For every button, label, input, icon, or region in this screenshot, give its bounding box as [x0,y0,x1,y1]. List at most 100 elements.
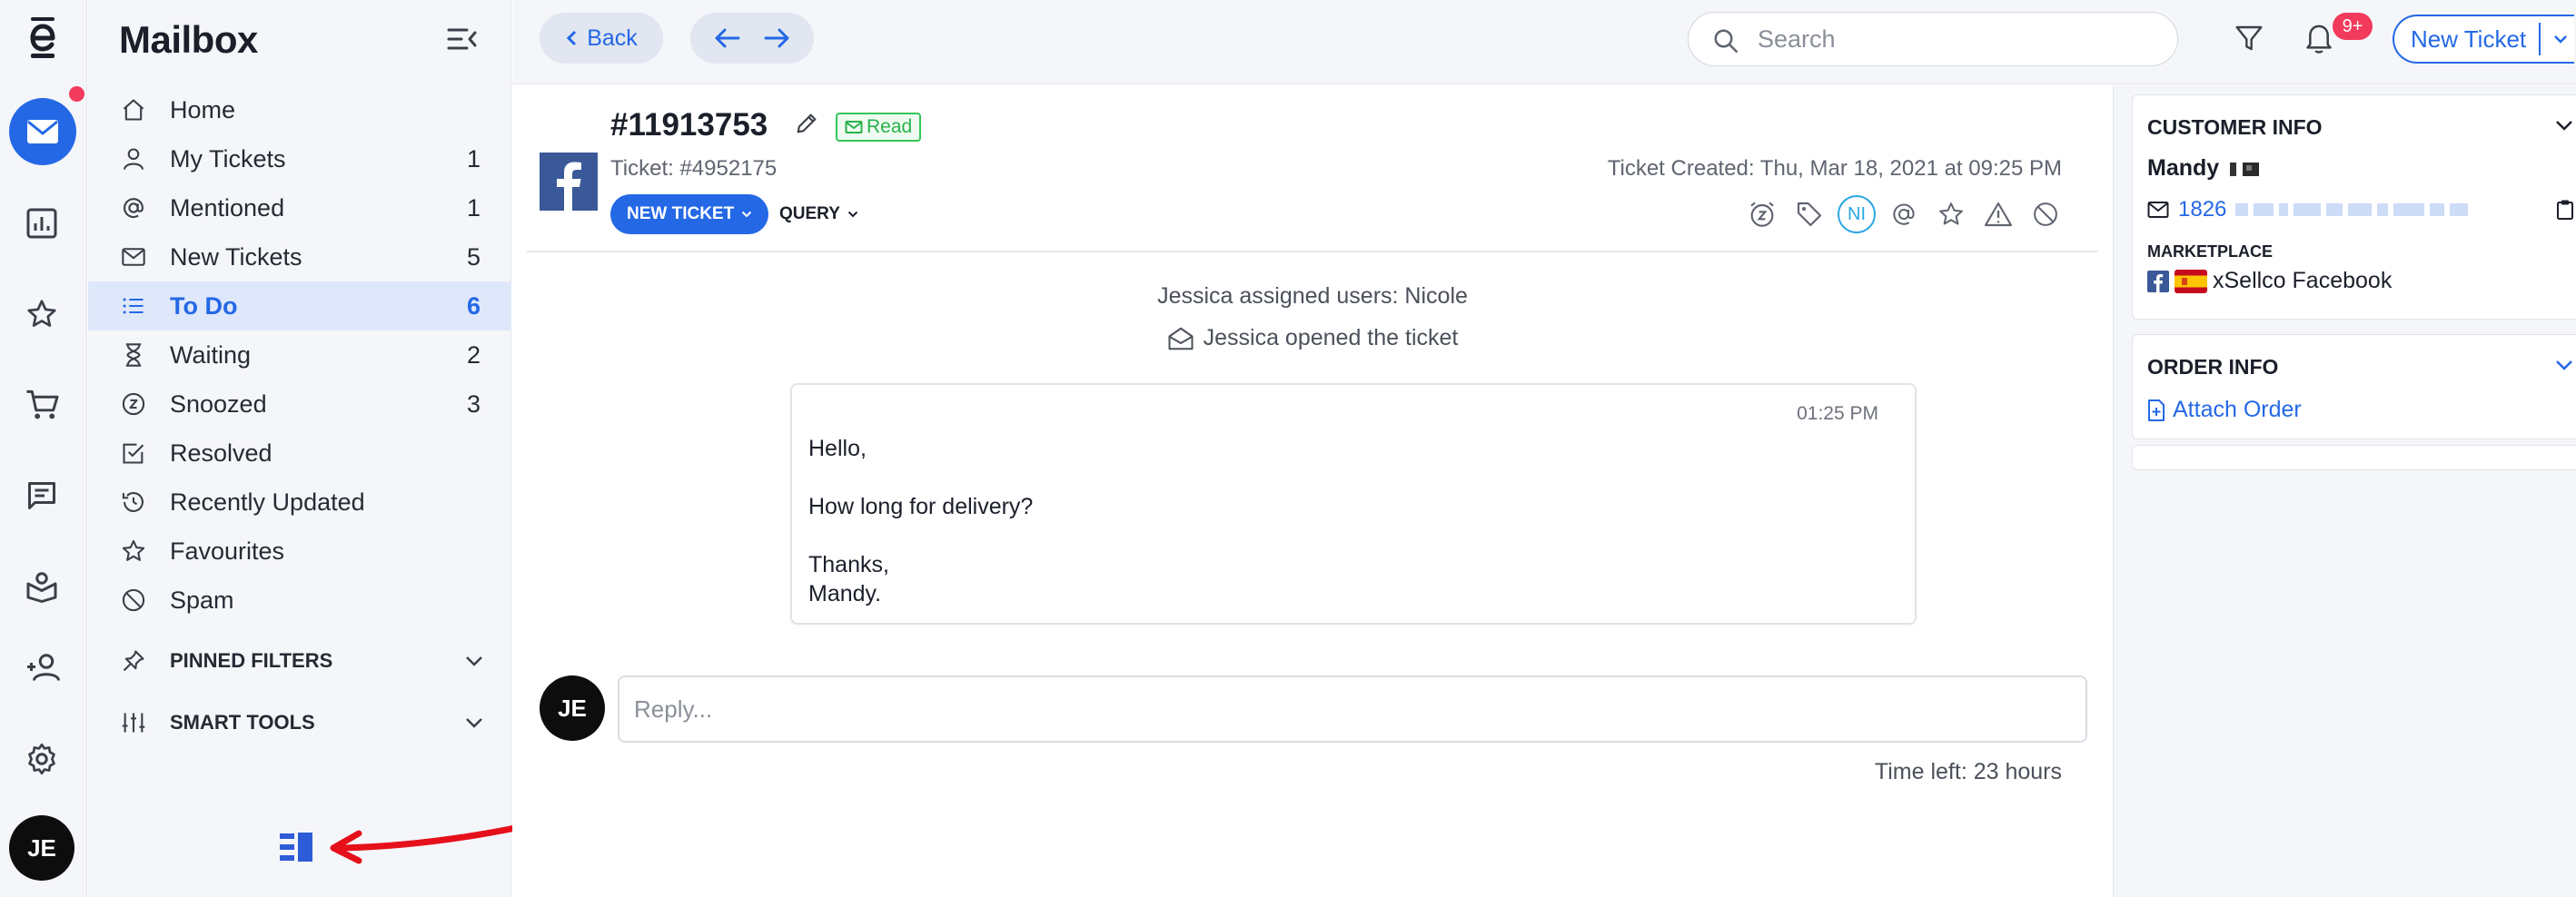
customer-message: 01:25 PM Hello, How long for delivery? T… [790,383,1917,625]
sidebar-item-spam[interactable]: Spam [88,576,511,625]
facebook-logo-icon [540,153,598,211]
search-input[interactable] [1758,22,2157,56]
unread-dot [69,86,84,102]
sidebar-item-label: New Tickets [170,242,302,271]
chevron-down-icon[interactable] [2554,359,2574,371]
star-icon[interactable] [25,298,58,330]
knowledge-icon[interactable] [25,570,58,603]
toggle-list-view-icon[interactable] [280,833,314,862]
smart-tools-section[interactable]: SMART TOOLS [88,698,511,747]
at-icon [121,195,146,221]
reports-icon[interactable] [25,207,58,240]
add-user-icon[interactable] [25,652,62,685]
sidebar-item-waiting[interactable]: Waiting 2 [88,330,511,380]
reply-input[interactable] [618,675,2087,743]
block-icon [121,587,146,613]
new-ticket-button[interactable]: New Ticket [2393,15,2574,64]
attach-order-link[interactable]: Attach Order [2147,397,2302,423]
back-button[interactable]: Back [540,13,663,64]
assignee-initials: NI [1838,195,1876,233]
ticket-actions: NI [1739,194,2069,234]
settings-icon[interactable] [25,743,58,775]
mail-icon [121,244,146,270]
section-label: PINNED FILTERS [170,649,333,672]
block-icon[interactable] [2022,201,2069,228]
chevron-down-icon [742,211,752,218]
customer-phone[interactable]: 1826 [2147,197,2574,222]
facebook-icon [2147,270,2169,292]
new-ticket-label: New Ticket [2411,25,2527,53]
add-document-icon [2148,399,2165,421]
clipboard-icon[interactable] [2556,199,2574,221]
sidebar-item-favourites[interactable]: Favourites [88,527,511,576]
chevron-down-icon [847,211,858,218]
sidebar-item-label: Resolved [170,439,272,467]
header-divider [527,251,2098,252]
sidebar-item-my-tickets[interactable]: My Tickets 1 [88,134,511,183]
logo-e-icon[interactable] [25,16,60,58]
warning-icon[interactable] [1975,201,2022,228]
snooze-icon[interactable] [1739,200,1786,229]
sidebar-item-label: Mentioned [170,193,285,222]
order-info-title[interactable]: ORDER INFO [2147,355,2278,380]
assignee-badge[interactable]: NI [1833,195,1880,233]
message-time: 01:25 PM [1797,403,1878,424]
chevron-down-icon[interactable] [464,655,484,667]
arrow-left-icon[interactable] [714,27,741,49]
sidebar-item-to-do[interactable]: To Do 6 [88,281,511,330]
filter-icon[interactable] [2234,24,2264,53]
chat-icon[interactable] [25,479,58,512]
sidebar-item-label: Favourites [170,537,285,565]
message-line: How long for delivery? [808,494,1034,519]
marketplace-value: xSellco Facebook [2213,268,2393,293]
read-status-badge: Read [836,113,922,142]
new-ticket-status-dropdown[interactable]: NEW TICKET [610,194,769,234]
sidebar-item-snoozed[interactable]: Snoozed 3 [88,380,511,429]
query-type-dropdown[interactable]: QUERY [772,194,866,234]
message-line: Hello, [808,436,867,461]
spain-flag-icon [2175,269,2207,293]
chevron-down-icon[interactable] [2554,119,2574,132]
checkbox-icon [121,440,146,466]
sidebar-item-mentioned[interactable]: Mentioned 1 [88,183,511,232]
sidebar-item-resolved[interactable]: Resolved [88,429,511,478]
pencil-icon[interactable] [794,111,819,136]
customer-info-card: CUSTOMER INFO Mandy 1826 MARKETPLACE xSe… [2132,94,2576,320]
app-rail: JE [0,0,87,897]
reply-avatar: JE [540,675,605,741]
customer-info-title[interactable]: CUSTOMER INFO [2147,115,2323,140]
chevron-down-icon[interactable] [2553,34,2568,44]
cart-icon[interactable] [25,389,60,421]
mail-icon[interactable] [9,98,76,165]
sidebar-item-label: Home [170,95,236,123]
sidebar-item-home[interactable]: Home [88,85,511,134]
button-divider [2539,23,2541,55]
ticket-created: Ticket Created: Thu, Mar 18, 2021 at 09:… [1607,156,2062,181]
marketplace-label: MARKETPLACE [2147,242,2273,261]
star-icon [121,538,146,564]
customer-phone-prefix: 1826 [2178,197,2227,222]
back-label: Back [587,25,638,51]
pinned-filters-section[interactable]: PINNED FILTERS [88,636,511,685]
star-icon[interactable] [1927,201,1975,228]
section-label: SMART TOOLS [170,711,315,734]
history-icon [121,489,146,515]
sidebar-item-count: 5 [466,242,481,271]
mailbox-sidebar: Mailbox Home My Tickets 1 Mentioned 1 Ne… [88,0,511,897]
sidebar-item-label: Recently Updated [170,488,365,516]
customer-name: Mandy [2147,155,2264,182]
read-status-label: Read [867,116,913,137]
arrow-right-icon[interactable] [763,27,790,49]
bell-icon[interactable] [2304,22,2334,54]
sidebar-item-new-tickets[interactable]: New Tickets 5 [88,232,511,281]
user-icon [121,146,146,172]
collapse-sidebar-icon[interactable] [447,25,478,53]
at-icon[interactable] [1880,201,1927,228]
tag-icon[interactable] [1786,200,1833,229]
chevron-down-icon[interactable] [464,716,484,729]
redacted-contact [2235,203,2547,216]
user-avatar[interactable]: JE [9,815,74,881]
search-box[interactable] [1688,12,2178,66]
sidebar-item-recently-updated[interactable]: Recently Updated [88,478,511,527]
snooze-icon [121,391,146,417]
